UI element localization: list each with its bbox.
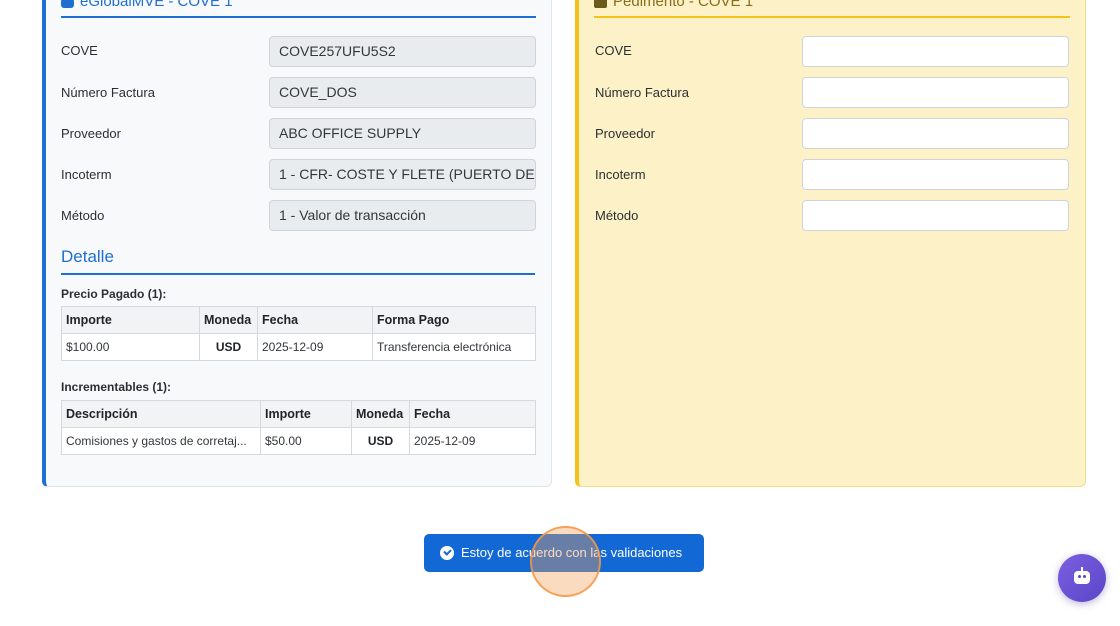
- cell-importe: $50.00: [260, 427, 352, 455]
- proveedor-label: Proveedor: [595, 126, 655, 141]
- precio-pagado-table: Importe Moneda Fecha Forma Pago $100.00 …: [61, 306, 536, 361]
- numero-factura-label: Número Factura: [595, 85, 689, 100]
- pedimento-cove-card: Pedimento - COVE 1 COVE Número Factura P…: [575, 0, 1086, 487]
- cell-importe: $100.00: [61, 333, 200, 361]
- numero-factura-field: COVE_DOS: [269, 77, 536, 108]
- metodo-field: 1 - Valor de transacción: [269, 200, 536, 231]
- col-importe: Importe: [260, 400, 352, 428]
- cell-fecha: 2025-12-09: [409, 427, 536, 455]
- robot-icon: [1074, 567, 1090, 584]
- incoterm-label: Incoterm: [595, 167, 646, 182]
- numero-factura-label: Número Factura: [61, 85, 155, 100]
- database-icon: [61, 0, 74, 8]
- cell-forma-pago: Transferencia electrónica: [372, 333, 536, 361]
- proveedor-field: ABC OFFICE SUPPLY: [269, 118, 536, 149]
- col-importe: Importe: [61, 306, 200, 334]
- col-moneda: Moneda: [199, 306, 258, 334]
- pedimento-card-title: Pedimento - COVE 1: [594, 0, 1070, 18]
- metodo-label: Método: [61, 208, 105, 223]
- table-row: Comisiones y gastos de corretaj... $50.0…: [61, 427, 536, 455]
- metodo-label: Método: [595, 208, 639, 223]
- col-fecha: Fecha: [409, 400, 536, 428]
- egmve-card-title-text: eGlobalMVE - COVE 1: [80, 0, 233, 10]
- pedimento-card-title-text: Pedimento - COVE 1: [613, 0, 754, 10]
- cell-moneda: USD: [199, 333, 258, 361]
- egmve-card-title: eGlobalMVE - COVE 1: [61, 0, 536, 18]
- document-icon: [594, 0, 607, 8]
- egmve-cove-card: eGlobalMVE - COVE 1 COVE COVE257UFU5S2 N…: [42, 0, 552, 487]
- cove-label: COVE: [61, 43, 98, 58]
- cell-fecha: 2025-12-09: [257, 333, 373, 361]
- proveedor-label: Proveedor: [61, 126, 121, 141]
- precio-pagado-title: Precio Pagado (1):: [61, 287, 167, 301]
- cell-moneda: USD: [351, 427, 410, 455]
- pedimento-incoterm-input[interactable]: [802, 159, 1069, 190]
- pedimento-numero-factura-input[interactable]: [802, 77, 1069, 108]
- assistant-chat-button[interactable]: [1058, 554, 1106, 602]
- incoterm-field: 1 - CFR- COSTE Y FLETE (PUERTO DE DE: [269, 159, 536, 190]
- click-indicator: [530, 526, 601, 597]
- incrementables-title: Incrementables (1):: [61, 380, 172, 394]
- col-forma-pago: Forma Pago: [372, 306, 536, 334]
- incoterm-label: Incoterm: [61, 167, 112, 182]
- col-moneda: Moneda: [351, 400, 410, 428]
- incrementables-table: Descripción Importe Moneda Fecha Comisio…: [61, 400, 536, 455]
- pedimento-metodo-input[interactable]: [802, 200, 1069, 231]
- cove-field: COVE257UFU5S2: [269, 36, 536, 67]
- detalle-heading: Detalle: [61, 247, 535, 275]
- col-fecha: Fecha: [257, 306, 373, 334]
- table-row: $100.00 USD 2025-12-09 Transferencia ele…: [61, 333, 536, 361]
- col-descripcion: Descripción: [61, 400, 261, 428]
- table-header-row: Descripción Importe Moneda Fecha: [61, 400, 536, 428]
- check-circle-icon: [440, 546, 454, 560]
- cell-descripcion: Comisiones y gastos de corretaj...: [61, 427, 261, 455]
- pedimento-proveedor-input[interactable]: [802, 118, 1069, 149]
- table-header-row: Importe Moneda Fecha Forma Pago: [61, 306, 536, 334]
- pedimento-cove-input[interactable]: [802, 36, 1069, 67]
- cove-label: COVE: [595, 43, 632, 58]
